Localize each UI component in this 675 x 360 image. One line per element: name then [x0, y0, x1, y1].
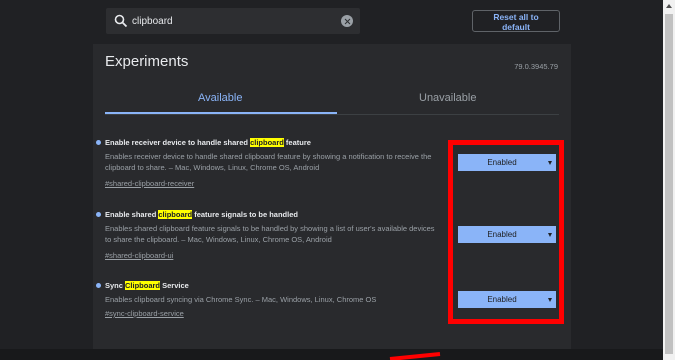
search-highlight: Clipboard	[125, 281, 161, 290]
experiment-link[interactable]: #shared-clipboard-ui	[105, 251, 173, 260]
tab-divider	[105, 114, 559, 115]
scroll-up-arrow-icon[interactable]	[666, 4, 672, 8]
reset-all-button[interactable]: Reset all to default	[472, 10, 560, 32]
experiment-title: Sync Clipboard Service	[105, 281, 189, 290]
search-input[interactable]	[132, 12, 332, 30]
version-label: 79.0.3945.79	[514, 62, 558, 71]
scroll-thumb[interactable]	[665, 14, 673, 354]
experiment-description: Enables clipboard syncing via Chrome Syn…	[105, 295, 377, 304]
tab-unavailable[interactable]: Unavailable	[419, 92, 476, 104]
search-box[interactable]	[106, 8, 360, 34]
experiment-description: Enables receiver device to handle shared…	[105, 152, 432, 172]
experiment-bullet-icon	[96, 212, 101, 217]
top-toolbar: Reset all to default	[0, 0, 663, 44]
experiment-link[interactable]: #sync-clipboard-service	[105, 309, 184, 318]
page-title: Experiments	[105, 53, 189, 70]
experiment-bullet-icon	[96, 140, 101, 145]
experiment-title: Enable receiver device to handle shared …	[105, 138, 311, 147]
annotation-highlight-box	[448, 140, 564, 324]
annotation-arrow-icon	[389, 352, 441, 360]
bottom-shadow	[0, 349, 663, 360]
experiment-bullet-icon	[96, 283, 101, 288]
clear-search-icon[interactable]	[341, 15, 353, 27]
search-icon	[114, 14, 128, 28]
experiment-title: Enable shared clipboard feature signals …	[105, 210, 298, 219]
experiment-link[interactable]: #shared-clipboard-receiver	[105, 179, 194, 188]
search-highlight: clipboard	[158, 210, 193, 219]
search-highlight: clipboard	[250, 138, 284, 147]
experiment-description: Enables shared clipboard feature signals…	[105, 224, 435, 244]
tab-available[interactable]: Available	[198, 92, 242, 104]
scrollbar[interactable]	[663, 0, 675, 360]
